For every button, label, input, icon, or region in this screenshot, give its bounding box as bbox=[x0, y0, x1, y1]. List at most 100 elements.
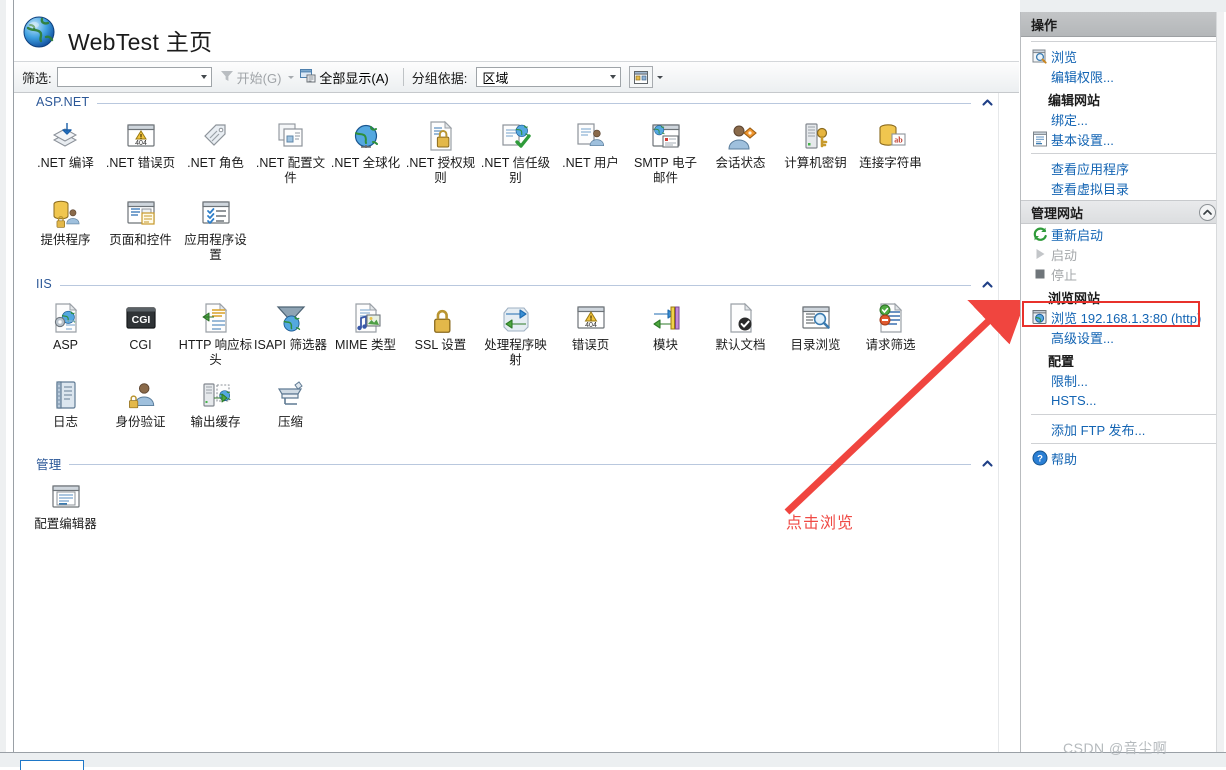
feature-tile-label: SSL 设置 bbox=[414, 338, 467, 352]
mime-types-icon bbox=[349, 301, 383, 335]
feature-tile[interactable]: 处理程序映射 bbox=[478, 301, 553, 368]
chevron-up-circle-icon[interactable] bbox=[1199, 203, 1216, 221]
feature-tile-label: .NET 配置文件 bbox=[255, 156, 326, 185]
http-response-headers-icon bbox=[199, 301, 233, 335]
machine-key-icon bbox=[799, 119, 833, 153]
feature-tile[interactable]: .NET 用户 bbox=[553, 119, 628, 186]
action-item[interactable]: 浏览 bbox=[1021, 46, 1224, 66]
feature-tile[interactable]: .NET 编译 bbox=[28, 119, 103, 186]
filter-combo[interactable] bbox=[40, 67, 212, 87]
play-icon bbox=[1031, 246, 1048, 262]
feature-tile[interactable]: 请求筛选 bbox=[853, 301, 928, 368]
feature-tile[interactable]: 日志 bbox=[28, 378, 103, 442]
feature-tile[interactable]: SMTP 电子邮件 bbox=[628, 119, 703, 186]
feature-tile[interactable]: 默认文档 bbox=[703, 301, 778, 368]
chevron-down-icon[interactable] bbox=[200, 75, 207, 79]
section-rule bbox=[97, 102, 971, 104]
action-item[interactable]: 编辑权限... bbox=[1021, 66, 1224, 86]
chevron-down-icon[interactable] bbox=[610, 75, 617, 79]
group-by-select[interactable]: 区域 bbox=[476, 67, 622, 87]
status-bar-strip bbox=[0, 753, 1226, 767]
chevron-up-icon[interactable] bbox=[981, 457, 993, 469]
action-item[interactable]: 重新启动 bbox=[1021, 224, 1224, 244]
action-item[interactable]: 查看应用程序 bbox=[1021, 158, 1224, 178]
feature-tile[interactable]: CGI CGI bbox=[103, 301, 178, 368]
feature-tile-label: 页面和控件 bbox=[109, 233, 172, 247]
action-item[interactable]: 基本设置... bbox=[1021, 129, 1224, 149]
feature-tiles: ASP CGI CGI HTTP 响应标头 ISAPI 筛选器 MIME 类型 SSL 设置… bbox=[14, 293, 999, 454]
feature-tile[interactable]: MIME 类型 bbox=[328, 301, 403, 368]
action-item-label: 编辑权限... bbox=[1051, 69, 1114, 85]
feature-tile-label: MIME 类型 bbox=[334, 338, 397, 352]
feature-tile[interactable]: 页面和控件 bbox=[103, 196, 178, 263]
action-item-label: 启动 bbox=[1051, 247, 1078, 263]
actions-panel-scrollbar[interactable] bbox=[1216, 12, 1224, 752]
chevron-up-icon[interactable] bbox=[981, 278, 993, 290]
actions-group-header: 管理网站 bbox=[1021, 200, 1224, 224]
feature-tile[interactable]: HTTP 响应标头 bbox=[178, 301, 253, 368]
action-item-label: 浏览 bbox=[1051, 49, 1078, 65]
action-item[interactable]: 添加 FTP 发布... bbox=[1021, 419, 1224, 439]
feature-tile[interactable]: ISAPI 筛选器 bbox=[253, 301, 328, 368]
feature-tile[interactable]: 目录浏览 bbox=[778, 301, 853, 368]
svg-text:?: ? bbox=[1037, 454, 1043, 465]
feature-tile[interactable]: .NET 信任级别 bbox=[478, 119, 553, 186]
section-rule bbox=[59, 284, 971, 286]
feature-tile[interactable]: ab 连接字符串 bbox=[853, 119, 928, 186]
filter-toolbar: 筛选: 开始(G) 全部显示(A) 分组依据: 区域 bbox=[14, 61, 1019, 93]
feature-tile[interactable]: ASP bbox=[28, 301, 103, 368]
feature-tile[interactable]: .NET 角色 bbox=[178, 119, 253, 186]
section-rule bbox=[69, 463, 971, 465]
feature-tile[interactable]: 计算机密钥 bbox=[778, 119, 853, 186]
feature-tiles: .NET 编译 404 .NET 错误页 .NET 角色 .NET 配置文件 .NET 全… bbox=[14, 111, 999, 275]
feature-tile[interactable]: 配置编辑器 bbox=[28, 480, 103, 544]
feature-tile[interactable]: 身份验证 bbox=[103, 378, 178, 442]
feature-tile[interactable]: 压缩 bbox=[253, 378, 328, 442]
section-header: ASP.NET bbox=[14, 93, 999, 111]
feature-tile[interactable]: SSL 设置 bbox=[403, 301, 478, 368]
smtp-email-icon bbox=[649, 119, 683, 153]
feature-tile[interactable]: 提供程序 bbox=[28, 196, 103, 263]
action-item[interactable]: ? 帮助 bbox=[1021, 448, 1224, 468]
feature-tile[interactable]: 输出缓存 bbox=[178, 378, 253, 442]
action-item[interactable]: 查看虚拟目录 bbox=[1021, 178, 1224, 198]
show-all-button[interactable]: 全部显示(A) bbox=[300, 68, 389, 87]
feature-tile[interactable]: 模块 bbox=[628, 301, 703, 368]
isapi-filters-icon bbox=[274, 301, 308, 335]
cgi-icon: CGI bbox=[124, 301, 158, 335]
status-bar-tab[interactable] bbox=[20, 760, 84, 770]
chevron-up-icon[interactable] bbox=[981, 96, 993, 108]
start-filter-button[interactable]: 开始(G) bbox=[220, 68, 295, 87]
feature-tile-label: ISAPI 筛选器 bbox=[254, 338, 327, 352]
chevron-down-icon[interactable] bbox=[288, 75, 295, 79]
net-trust-levels-icon bbox=[499, 119, 533, 153]
search-input[interactable] bbox=[40, 68, 201, 86]
feature-tile[interactable]: .NET 全球化 bbox=[328, 119, 403, 186]
feature-tile-label: 错误页 bbox=[571, 338, 610, 352]
ssl-settings-icon bbox=[424, 301, 458, 335]
feature-tile[interactable]: .NET 授权规则 bbox=[403, 119, 478, 186]
feature-tile-label: .NET 角色 bbox=[187, 156, 244, 170]
feature-sections: ASP.NET .NET 编译 404 .NET 错误页 .NET 角色 .NET 配置文… bbox=[14, 93, 999, 752]
funnel-icon bbox=[220, 69, 234, 86]
feature-tile-label: 应用程序设置 bbox=[184, 233, 247, 262]
globe-icon bbox=[22, 15, 56, 49]
action-item[interactable]: 绑定... bbox=[1021, 109, 1224, 129]
action-item[interactable]: 限制... bbox=[1021, 370, 1224, 390]
chevron-down-icon[interactable] bbox=[657, 75, 664, 79]
feature-tile[interactable]: 会话状态 bbox=[703, 119, 778, 186]
view-mode-button[interactable] bbox=[629, 66, 654, 88]
action-item[interactable]: HSTS... bbox=[1021, 390, 1224, 410]
action-item-label: 查看虚拟目录 bbox=[1051, 181, 1130, 197]
feature-tile[interactable]: 404 错误页 bbox=[553, 301, 628, 368]
action-item: 启动 bbox=[1021, 244, 1224, 264]
section-title: 管理 bbox=[36, 457, 62, 472]
net-compilation-icon bbox=[49, 119, 83, 153]
feature-tile[interactable]: .NET 配置文件 bbox=[253, 119, 328, 186]
feature-tile[interactable]: 404 .NET 错误页 bbox=[103, 119, 178, 186]
action-item[interactable]: 高级设置... bbox=[1021, 327, 1224, 347]
actions-divider bbox=[1031, 414, 1216, 415]
feature-tile[interactable]: 应用程序设置 bbox=[178, 196, 253, 263]
content-scrollbar[interactable] bbox=[998, 93, 1019, 752]
compression-icon bbox=[274, 378, 308, 412]
